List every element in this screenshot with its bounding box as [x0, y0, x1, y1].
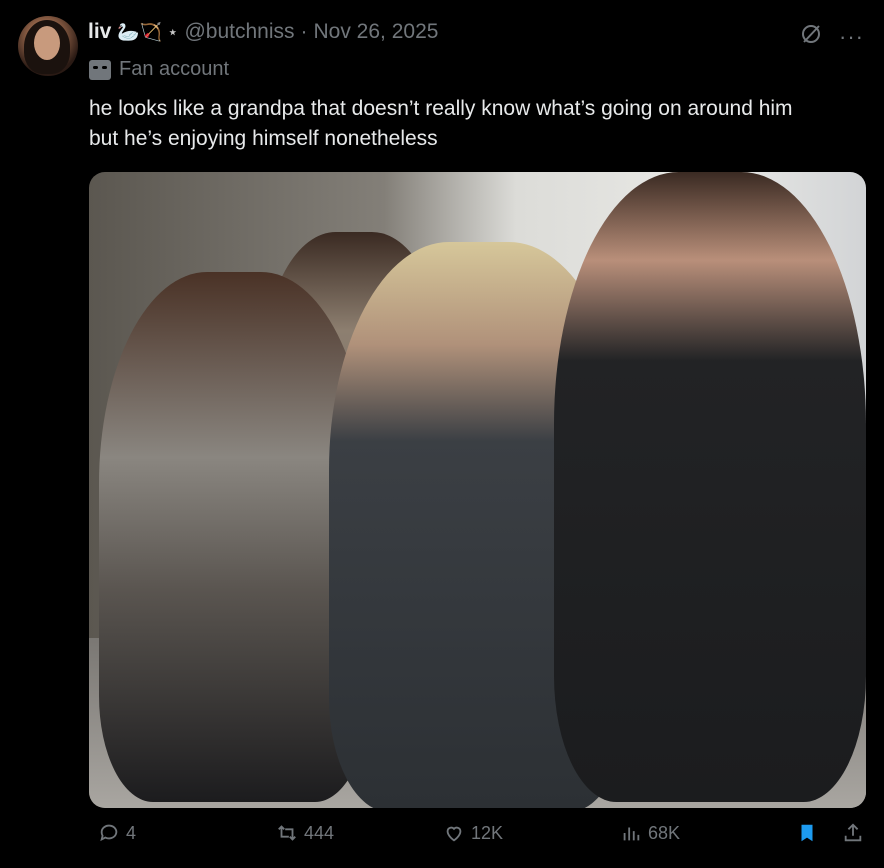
post-header: liv 🦢🏹 ⋆ @butchniss · Nov 26, 2025 — [88, 20, 438, 44]
views-icon — [623, 827, 640, 841]
more-icon[interactable]: ··· — [839, 24, 864, 50]
reply-button[interactable]: 4 — [98, 822, 136, 844]
bookmark-icon — [801, 824, 813, 842]
repost-count: 444 — [304, 822, 335, 843]
like-icon — [446, 826, 462, 842]
post-text-line: but he’s enjoying himself nonetheless — [89, 127, 438, 150]
repost-button[interactable]: 444 — [276, 822, 334, 844]
account-label-text: Fan account — [119, 58, 230, 80]
user-handle[interactable]: @butchniss — [184, 20, 294, 44]
reply-icon — [100, 824, 118, 842]
repost-icon — [278, 825, 296, 841]
avatar[interactable] — [18, 16, 78, 76]
bookmark-button[interactable] — [796, 822, 818, 844]
share-icon — [844, 823, 862, 842]
display-name[interactable]: liv — [88, 20, 111, 44]
post-text: he looks like a grandpa that doesn’t rea… — [89, 94, 869, 154]
views-count: 68K — [648, 822, 681, 843]
action-bar: 4 444 12K 68K — [0, 822, 884, 866]
separator: · — [300, 20, 308, 43]
mask-icon — [89, 59, 111, 80]
share-button[interactable] — [842, 822, 864, 844]
post-text-line: he looks like a grandpa that doesn’t rea… — [89, 97, 793, 120]
post-date[interactable]: Nov 26, 2025 — [314, 20, 439, 44]
like-button[interactable]: 12K — [443, 822, 503, 844]
post-top-actions: ··· — [799, 22, 864, 52]
name-emojis: 🦢🏹 ⋆ — [117, 21, 179, 42]
reply-count: 4 — [126, 822, 137, 843]
views-button[interactable]: 68K — [620, 822, 680, 844]
like-count: 12K — [471, 822, 504, 843]
grok-icon[interactable] — [799, 22, 823, 52]
account-label: Fan account — [89, 58, 229, 81]
post-image[interactable] — [89, 172, 866, 808]
